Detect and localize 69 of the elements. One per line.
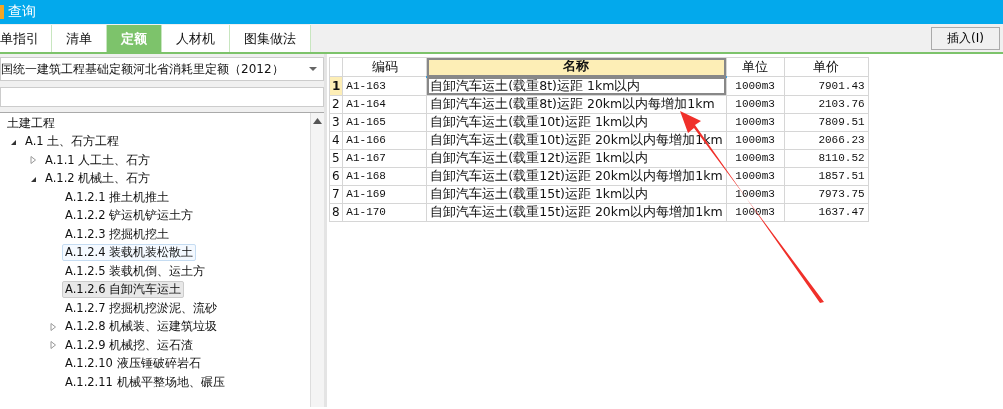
table-cell: A1-167 xyxy=(342,149,427,167)
table-cell: A1-169 xyxy=(342,185,427,203)
scrollbar[interactable] xyxy=(310,113,324,407)
row-number: 7 xyxy=(329,185,343,203)
caret-icon xyxy=(309,66,317,72)
tree-item[interactable]: A.1.2.8 机械装、运建筑垃圾 xyxy=(62,318,221,336)
tree-item[interactable]: A.1.2 机械土、石方 xyxy=(42,170,154,188)
expand-icon[interactable] xyxy=(48,340,58,351)
column-header[interactable]: 单价 xyxy=(784,57,869,77)
library-dropdown[interactable]: 国统一建筑工程基础定额河北省消耗里定额（2012） xyxy=(0,57,324,81)
table-cell: 7973.75 xyxy=(784,185,869,203)
table-cell: 1000m3 xyxy=(726,113,785,131)
table-cell: A1-168 xyxy=(342,167,427,185)
tab[interactable]: 单指引 xyxy=(0,25,52,52)
table-cell: A1-164 xyxy=(342,95,427,113)
table-cell: 2066.23 xyxy=(784,131,869,149)
table-cell: 自卸汽车运土(载重15t)运距 1km以内 xyxy=(426,185,727,203)
table-cell: A1-163 xyxy=(342,76,427,95)
tree-item[interactable]: 土建工程 xyxy=(4,114,58,132)
window-title: 查询 xyxy=(8,3,36,21)
table-cell: A1-170 xyxy=(342,203,427,221)
tree-item[interactable]: A.1.2.6 自卸汽车运土 xyxy=(62,281,185,299)
column-header[interactable]: 单位 xyxy=(726,57,785,77)
table-cell: 1857.51 xyxy=(784,167,869,185)
table-cell: 2103.76 xyxy=(784,95,869,113)
insert-button[interactable]: 插入(I) xyxy=(931,27,1000,50)
table-cell: 8110.52 xyxy=(784,149,869,167)
table-cell: 自卸汽车运土(载重8t)运距 20km以内每增加1km xyxy=(426,95,727,113)
table-cell: 1000m3 xyxy=(726,131,785,149)
row-number: 5 xyxy=(329,149,343,167)
table-cell: 自卸汽车运土(载重8t)运距 1km以内 xyxy=(426,76,727,95)
table-cell: 自卸汽车运土(载重15t)运距 20km以内每增加1km xyxy=(426,203,727,221)
table-cell: 1000m3 xyxy=(726,149,785,167)
tree-item[interactable]: A.1.2.3 挖掘机挖土 xyxy=(62,225,173,243)
app-icon xyxy=(0,5,4,19)
scroll-up-icon[interactable] xyxy=(313,118,322,124)
row-number: 6 xyxy=(329,167,343,185)
table-cell: 自卸汽车运土(载重12t)运距 20km以内每增加1km xyxy=(426,167,727,185)
tree-item[interactable]: A.1.2.9 机械挖、运石渣 xyxy=(62,336,197,354)
table-cell: 7809.51 xyxy=(784,113,869,131)
tree-item[interactable]: A.1.2.4 装载机装松散土 xyxy=(62,244,197,262)
row-number: 2 xyxy=(329,95,343,113)
tree-item[interactable]: A.1.2.11 机械平整场地、碾压 xyxy=(62,373,228,391)
expand-icon[interactable] xyxy=(28,155,38,166)
tree-item[interactable]: A.1.2.7 挖掘机挖淤泥、流砂 xyxy=(62,299,221,317)
column-header[interactable]: 名称 xyxy=(426,57,727,77)
table-cell: 1000m3 xyxy=(726,95,785,113)
table-cell: 1637.47 xyxy=(784,203,869,221)
tab[interactable]: 人材机 xyxy=(162,25,230,52)
tree-item[interactable]: A.1.2.10 液压锤破碎岩石 xyxy=(62,355,204,373)
tree-item[interactable]: A.1.2.2 铲运机铲运土方 xyxy=(62,207,197,225)
row-number: 8 xyxy=(329,203,343,221)
row-number: 3 xyxy=(329,113,343,131)
tree-item[interactable]: A.1.1 人工土、石方 xyxy=(42,151,154,169)
tree-item[interactable]: A.1.2.5 装载机倒、运土方 xyxy=(62,262,209,280)
column-header[interactable]: 编码 xyxy=(342,57,427,77)
row-number: 4 xyxy=(329,131,343,149)
tab[interactable]: 图集做法 xyxy=(230,25,311,52)
table-cell: A1-166 xyxy=(342,131,427,149)
table-cell: 自卸汽车运土(载重12t)运距 1km以内 xyxy=(426,149,727,167)
table-cell: 1000m3 xyxy=(726,76,785,95)
table-cell: 1000m3 xyxy=(726,185,785,203)
table-cell: A1-165 xyxy=(342,113,427,131)
search-field[interactable] xyxy=(0,87,324,107)
expand-icon[interactable] xyxy=(48,321,58,332)
tree-item[interactable]: A.1 土、石方工程 xyxy=(22,133,123,151)
tree-item[interactable]: A.1.2.1 推土机推土 xyxy=(62,188,173,206)
table-cell: 7901.43 xyxy=(784,76,869,95)
tab[interactable]: 清单 xyxy=(52,25,107,52)
